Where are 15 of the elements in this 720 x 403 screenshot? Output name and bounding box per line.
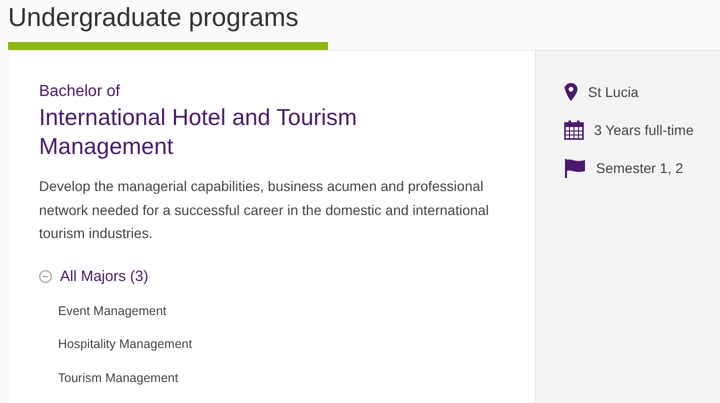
major-link[interactable]: Event Management — [58, 294, 507, 328]
program-name[interactable]: International Hotel and Tourism Management — [39, 103, 419, 161]
fact-text: 3 Years full-time — [594, 122, 694, 138]
fact-text: Semester 1, 2 — [596, 160, 684, 176]
program-description: Develop the managerial capabilities, business acumen and professional network needed for a successful career in the domestic and international tourism industries. — [39, 177, 490, 243]
majors-toggle[interactable]: All Majors (3) — [39, 268, 148, 284]
map-pin-icon — [564, 83, 578, 101]
fact-text: St Lucia — [588, 84, 639, 100]
flag-icon — [564, 158, 586, 178]
major-link[interactable]: Tourism Management — [58, 362, 507, 395]
calendar-icon — [564, 120, 584, 140]
collapse-icon — [39, 270, 52, 282]
page-title: Undergraduate programs — [8, 1, 300, 34]
major-link[interactable]: Hospitality Management — [58, 328, 507, 362]
degree-prefix: Bachelor of — [39, 83, 121, 101]
